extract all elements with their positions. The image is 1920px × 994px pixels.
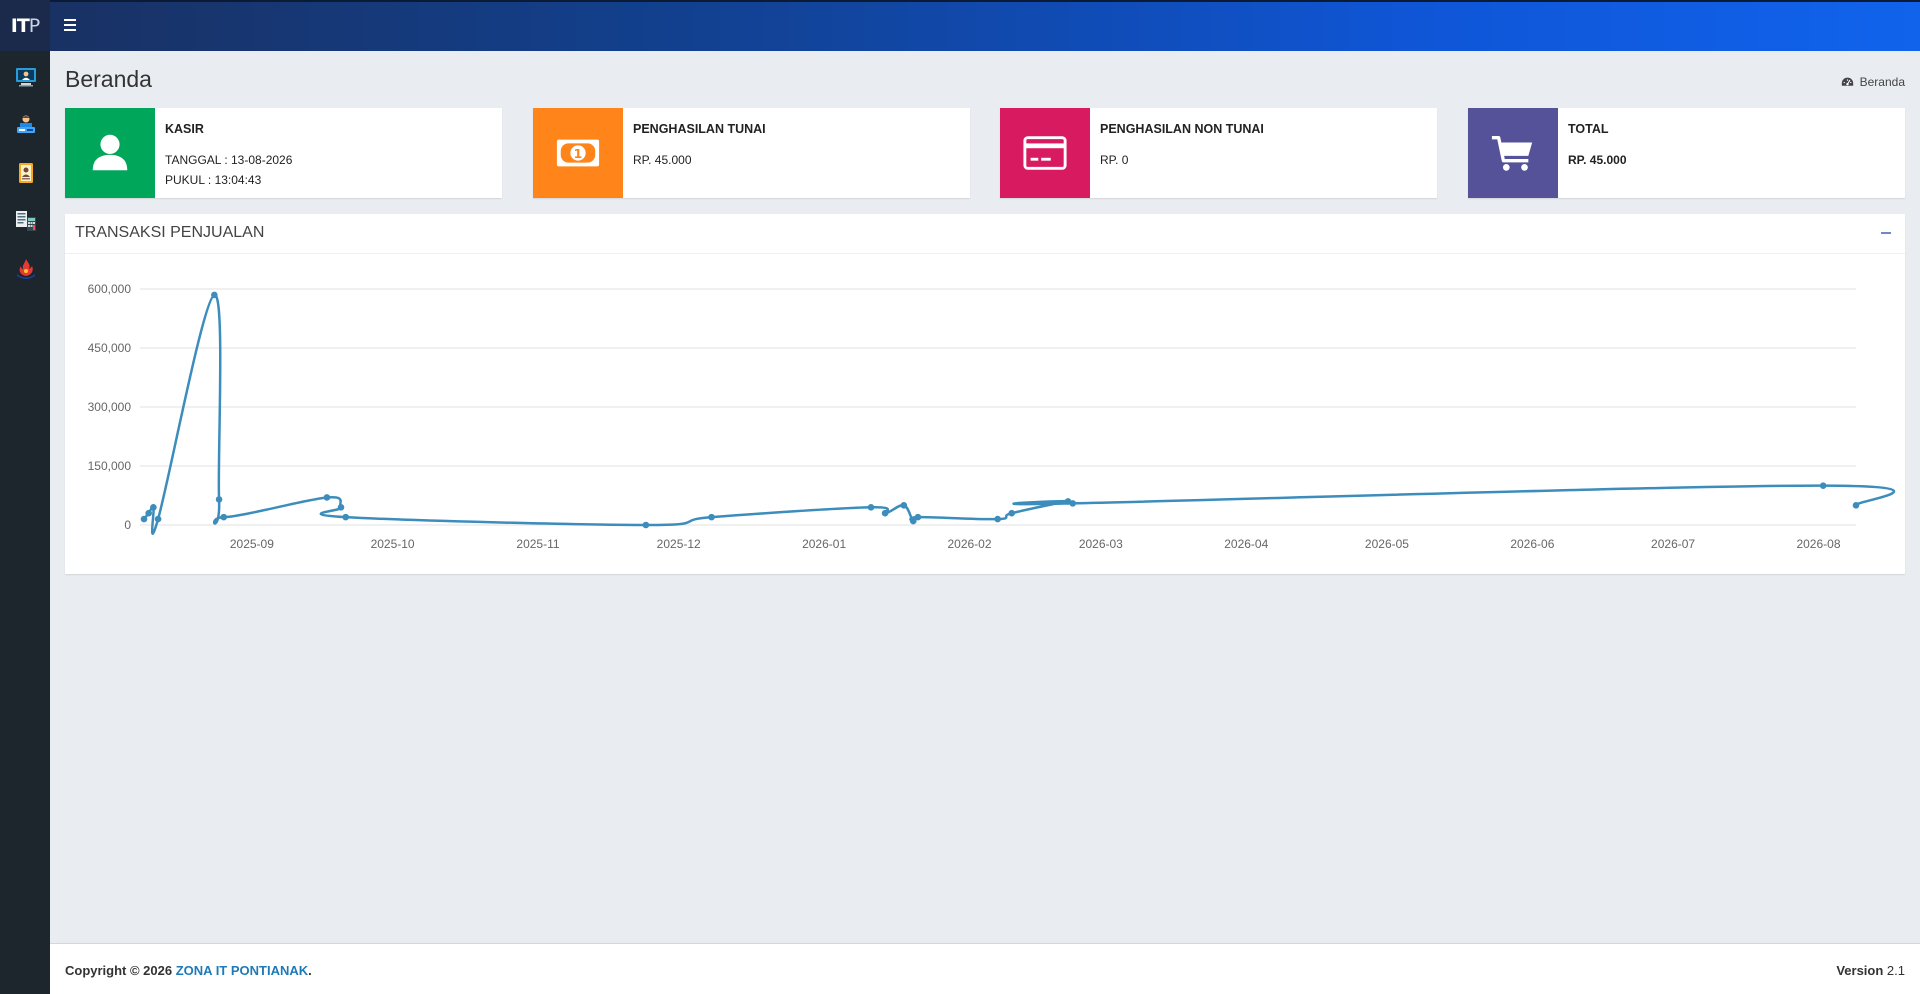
data-point — [900, 502, 908, 509]
data-point — [1852, 502, 1860, 509]
version-label: Version — [1836, 963, 1884, 978]
x-tick-label: 2025-10 — [371, 537, 415, 551]
data-point — [1819, 482, 1827, 489]
x-tick-label: 2026-03 — [1079, 537, 1123, 551]
footer: Copyright © 2026 ZONA IT PONTIANAK. Vers… — [50, 943, 1920, 994]
y-tick-label: 600,000 — [88, 282, 132, 296]
data-point — [642, 521, 650, 529]
total-value: RP. 45.000 — [1568, 153, 1627, 167]
version-number: 2.1 — [1886, 963, 1905, 978]
data-point — [881, 509, 889, 517]
header-top-border — [0, 0, 1920, 2]
copyright-text: Copyright © 2026 — [65, 963, 173, 978]
x-tick-label: 2025-11 — [516, 537, 559, 551]
logo-text-light: P — [28, 14, 41, 37]
y-tick-label: 300,000 — [88, 400, 132, 414]
sidebar — [0, 51, 50, 994]
data-point — [708, 513, 715, 521]
info-box-total: TOTAL RP. 45.000 — [1468, 108, 1905, 198]
penghasilan-non-tunai-value: RP. 0 — [1100, 153, 1129, 167]
user-icon — [65, 108, 155, 198]
data-point — [140, 515, 148, 523]
data-point — [145, 509, 152, 517]
fire-logo-icon[interactable] — [14, 257, 38, 281]
x-tick-label: 2026-02 — [947, 537, 991, 551]
info-box-label: PENGHASILAN NON TUNAI — [1100, 122, 1264, 136]
svg-text:1: 1 — [574, 146, 583, 161]
breadcrumb[interactable]: Beranda — [1841, 75, 1905, 89]
series-line — [143, 293, 1896, 535]
info-box-penghasilan-tunai: 1 PENGHASILAN TUNAI RP. 45.000 — [533, 108, 970, 198]
y-tick-label: 450,000 — [88, 341, 132, 355]
kasir-date: TANGGAL : 13-08-2026 — [165, 153, 293, 167]
page-title: Beranda — [65, 66, 152, 92]
data-point — [220, 513, 228, 521]
info-box-kasir: KASIR TANGGAL : 13-08-2026 PUKUL : 13:04… — [65, 108, 502, 198]
data-point — [215, 496, 223, 503]
data-point — [1069, 500, 1077, 507]
y-tick-label: 150,000 — [88, 459, 132, 473]
data-point — [211, 291, 218, 299]
dashboard-gauge-icon — [1841, 77, 1853, 86]
x-tick-label: 2026-04 — [1224, 537, 1268, 551]
info-box-penghasilan-non-tunai: PENGHASILAN NON TUNAI RP. 0 — [1000, 108, 1437, 198]
monitor-dashboard-icon[interactable] — [14, 65, 38, 89]
x-tick-label: 2026-08 — [1796, 537, 1840, 551]
data-point — [867, 504, 875, 511]
hamburger-icon[interactable] — [62, 16, 79, 33]
cashier-user-icon[interactable] — [14, 113, 38, 137]
data-point — [342, 513, 349, 521]
breadcrumb-item-home[interactable]: Beranda — [1860, 75, 1905, 89]
x-tick-label: 2026-06 — [1510, 537, 1554, 551]
cart-icon — [1468, 108, 1558, 198]
info-box-label: PENGHASILAN TUNAI — [633, 122, 766, 136]
data-point — [994, 515, 1001, 523]
report-calculator-icon[interactable] — [14, 209, 38, 233]
data-point — [323, 494, 331, 501]
footer-version: Version 2.1 — [1836, 963, 1905, 978]
data-point — [154, 515, 162, 523]
chart-panel: TRANSAKSI PENJUALAN 0 150,000 300,000 450,0… — [65, 214, 1905, 574]
app-logo[interactable]: IT P — [0, 0, 50, 51]
product-id-card-icon[interactable] — [14, 161, 38, 185]
logo-text-strong: IT — [10, 14, 30, 37]
x-tick-label: 2026-01 — [802, 537, 846, 551]
info-box-label: KASIR — [165, 122, 204, 136]
footer-copyright: Copyright © 2026 ZONA IT PONTIANAK. — [65, 963, 312, 978]
data-point — [337, 504, 345, 511]
money-icon: 1 — [533, 108, 623, 198]
x-tick-label: 2026-07 — [1651, 537, 1695, 551]
kasir-time: PUKUL : 13:04:43 — [165, 173, 262, 187]
data-point — [150, 504, 157, 511]
data-point — [1008, 509, 1016, 517]
top-header: IT P — [0, 0, 1920, 51]
data-point — [914, 513, 922, 521]
penghasilan-tunai-value: RP. 45.000 — [633, 153, 692, 167]
sales-line-chart: 0 150,000 300,000 450,000 600,000 2025-09 2025… — [88, 282, 1896, 551]
y-tick-label: 0 — [124, 518, 131, 532]
company-link[interactable]: ZONA IT PONTIANAK — [176, 963, 308, 978]
x-tick-label: 2025-12 — [657, 537, 701, 551]
credit-card-icon — [1000, 108, 1090, 198]
x-tick-label: 2025-09 — [230, 537, 274, 551]
info-box-label: TOTAL — [1568, 122, 1609, 136]
x-tick-label: 2026-05 — [1365, 537, 1409, 551]
